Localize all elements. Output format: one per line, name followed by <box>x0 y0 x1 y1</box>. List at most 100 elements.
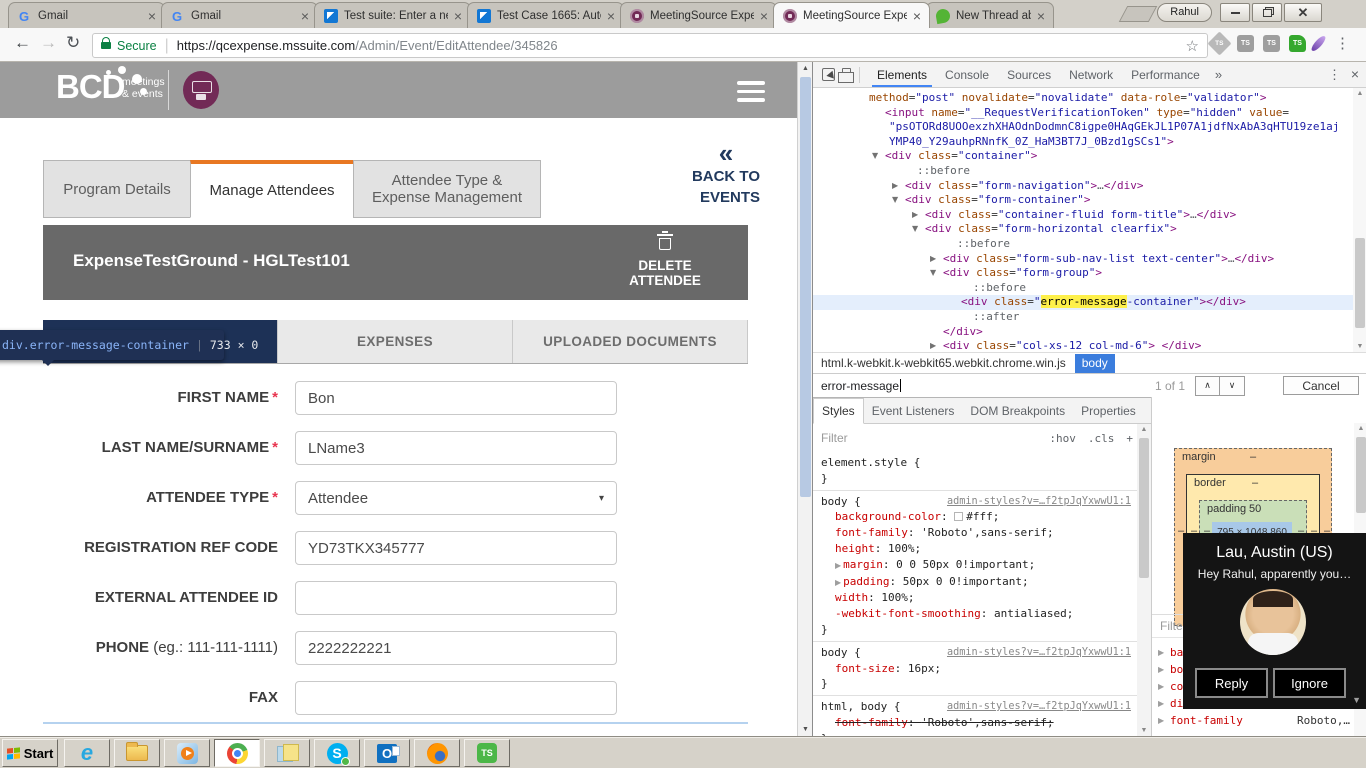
dom-scrollbar[interactable]: ▲ ▼ <box>1353 88 1366 352</box>
tree-arrow-icon[interactable]: ▶ <box>930 252 936 267</box>
chrome-menu-icon[interactable]: ⋮ <box>1335 34 1350 52</box>
stylesheet-link[interactable]: admin-styles?v=…f2tpJqYxwwU1:1 <box>947 699 1131 715</box>
taskbar-app-wmp[interactable] <box>164 739 210 767</box>
new-rule-icon[interactable]: + <box>1126 432 1133 445</box>
dom-line[interactable]: ::before <box>813 281 1353 296</box>
tab-close-icon[interactable]: × <box>1035 10 1047 22</box>
tab-close-icon[interactable]: × <box>911 10 923 22</box>
dom-line[interactable]: method="post" novalidate="novalidate" da… <box>813 91 1353 106</box>
close-button[interactable]: ✕ <box>1284 3 1322 22</box>
taskbar-app-folder[interactable] <box>114 739 160 767</box>
css-property[interactable]: height: 100%; <box>821 541 1131 557</box>
sidebar-tab-dom-breakpoints[interactable]: DOM Breakpoints <box>962 399 1073 423</box>
browser-tab[interactable]: MeetingSource Exper× <box>620 2 777 28</box>
css-rules[interactable]: element.style {}body {admin-styles?v=…f2… <box>813 452 1137 736</box>
dom-line[interactable]: ▼<div class="form-group"> <box>813 266 1353 281</box>
minimize-button[interactable] <box>1220 3 1250 22</box>
browser-tab[interactable]: New Thread about Te× <box>926 2 1054 28</box>
dom-line[interactable]: ▼<div class="form-container"> <box>813 193 1353 208</box>
css-property[interactable]: font-size: 16px; <box>821 661 1131 677</box>
devtools-tab-sources[interactable]: Sources <box>998 63 1060 86</box>
devtools-tab-elements[interactable]: Elements <box>868 63 936 86</box>
delete-attendee-button[interactable]: DELETE ATTENDEE <box>610 231 720 287</box>
stylesheet-link[interactable]: admin-styles?v=…f2tpJqYxwwU1:1 <box>947 494 1131 510</box>
dom-line[interactable]: </div> <box>813 325 1353 340</box>
field-input-fax[interactable] <box>295 681 617 715</box>
css-property[interactable]: ▶padding: 50px 0 0!important; <box>821 574 1131 591</box>
tree-arrow-icon[interactable]: ▼ <box>912 222 918 237</box>
dom-line[interactable]: ▼<div class="form-horizontal clearfix"> <box>813 222 1353 237</box>
dom-line[interactable]: ▶<div class="form-sub-nav-list text-cent… <box>813 252 1353 267</box>
class-toggle[interactable]: .cls <box>1088 432 1115 445</box>
breadcrumb-path[interactable]: html.k-webkit.k-webkit65.webkit.chrome.w… <box>821 356 1066 370</box>
find-previous-icon[interactable]: ∧ <box>1196 377 1220 395</box>
taskbar-app-notes[interactable] <box>264 739 310 767</box>
styles-scrollbar[interactable]: ▲ ▼ <box>1137 424 1151 736</box>
dom-line[interactable]: "psOTORd8UOOexzhXHAOdnDodmnC8igpe0HAqGEk… <box>813 120 1353 135</box>
styles-filter-input[interactable]: Filter <box>821 431 848 445</box>
taskbar-app-ie[interactable]: e <box>64 739 110 767</box>
css-property[interactable]: -webkit-font-smoothing: antialiased; <box>821 606 1131 622</box>
tab-close-icon[interactable]: × <box>605 10 617 22</box>
css-property[interactable]: font-family: 'Roboto',sans-serif; <box>821 525 1131 541</box>
extension-ts-icon[interactable]: TS <box>1237 35 1254 52</box>
scroll-up-icon[interactable]: ▲ <box>798 65 813 72</box>
tab-attendee-type-expense-management[interactable]: Attendee Type & Expense Management <box>353 160 541 218</box>
refresh-icon[interactable]: ↻ <box>66 33 80 53</box>
tree-arrow-icon[interactable]: ▶ <box>930 339 936 352</box>
back-icon[interactable]: ← <box>14 33 31 53</box>
start-button[interactable]: Start <box>2 739 58 767</box>
tree-arrow-icon[interactable]: ▼ <box>930 266 936 281</box>
restore-button[interactable] <box>1252 3 1282 22</box>
devtools-menu-icon[interactable]: ⋮ <box>1328 67 1341 83</box>
taskbar-app-ts[interactable]: TS <box>464 739 510 767</box>
tab-close-icon[interactable]: × <box>452 10 464 22</box>
profile-button[interactable]: Rahul <box>1157 3 1212 22</box>
tree-arrow-icon[interactable]: ▼ <box>872 149 878 164</box>
dom-line[interactable]: ::after <box>813 310 1353 325</box>
expand-arrow-icon[interactable]: ▶ <box>1158 678 1164 695</box>
dom-line[interactable]: ▼<div class="container"> <box>813 149 1353 164</box>
hover-toggle[interactable]: :hov <box>1049 432 1076 445</box>
browser-tab[interactable]: Gmail× <box>8 2 165 28</box>
breadcrumb-selected[interactable]: body <box>1075 354 1115 373</box>
sidebar-tab-styles[interactable]: Styles <box>813 398 864 424</box>
dom-line[interactable]: ▶<div class="container-fluid form-title"… <box>813 208 1353 223</box>
expand-arrow-icon[interactable]: ▶ <box>835 561 841 570</box>
dom-line[interactable]: <div class="error-message-container"></d… <box>813 295 1353 310</box>
tree-arrow-icon[interactable]: ▼ <box>892 193 898 208</box>
expand-arrow-icon[interactable]: ▶ <box>1158 695 1164 712</box>
browser-tab[interactable]: Gmail× <box>161 2 318 28</box>
field-input-registration-ref-code[interactable] <box>295 531 617 565</box>
hamburger-menu-icon[interactable] <box>737 81 765 107</box>
expand-arrow-icon[interactable]: ▶ <box>1158 661 1164 678</box>
stylesheet-link[interactable]: admin-styles?v=…f2tpJqYxwwU1:1 <box>947 645 1131 661</box>
tab-program-details[interactable]: Program Details <box>43 160 191 218</box>
devtools-tab-console[interactable]: Console <box>936 63 998 86</box>
attendee-type-select[interactable]: Attendee▾ <box>295 481 617 515</box>
device-toolbar-icon[interactable] <box>842 68 851 82</box>
browser-tab[interactable]: Test suite: Enter a ne× <box>314 2 471 28</box>
taskbar-app-chrome[interactable] <box>214 739 260 767</box>
expand-arrow-icon[interactable]: ▶ <box>835 578 841 587</box>
tree-arrow-icon[interactable]: ▶ <box>912 208 918 223</box>
tree-arrow-icon[interactable]: ▶ <box>892 179 898 194</box>
sub-tab-expenses[interactable]: EXPENSES <box>278 320 513 363</box>
taskbar-app-skype[interactable]: S <box>314 739 360 767</box>
field-input-phone[interactable] <box>295 631 617 665</box>
computed-property[interactable]: ▶font-familyRoboto,… <box>1152 712 1366 729</box>
browser-tab[interactable]: MeetingSource Exper× <box>773 2 930 28</box>
expand-arrow-icon[interactable]: ▶ <box>1158 644 1164 661</box>
devtools-close-icon[interactable]: × <box>1351 66 1359 82</box>
devtools-tab-performance[interactable]: Performance <box>1122 63 1209 86</box>
browser-tab[interactable]: Test Case 1665: Auto× <box>467 2 624 28</box>
find-cancel-button[interactable]: Cancel <box>1283 376 1359 395</box>
css-property[interactable]: width: 100%; <box>821 590 1131 606</box>
dom-tree[interactable]: method="post" novalidate="novalidate" da… <box>813 88 1353 352</box>
inspect-element-icon[interactable] <box>822 68 835 81</box>
css-property[interactable]: font-family: 'Roboto',sans-serif; <box>821 715 1131 731</box>
field-input-first-name[interactable] <box>295 381 617 415</box>
reply-button[interactable]: Reply <box>1195 668 1268 698</box>
extension-ts-icon[interactable]: TS <box>1289 35 1306 52</box>
back-to-events-link[interactable]: « BACK TO EVENTS <box>630 142 760 208</box>
